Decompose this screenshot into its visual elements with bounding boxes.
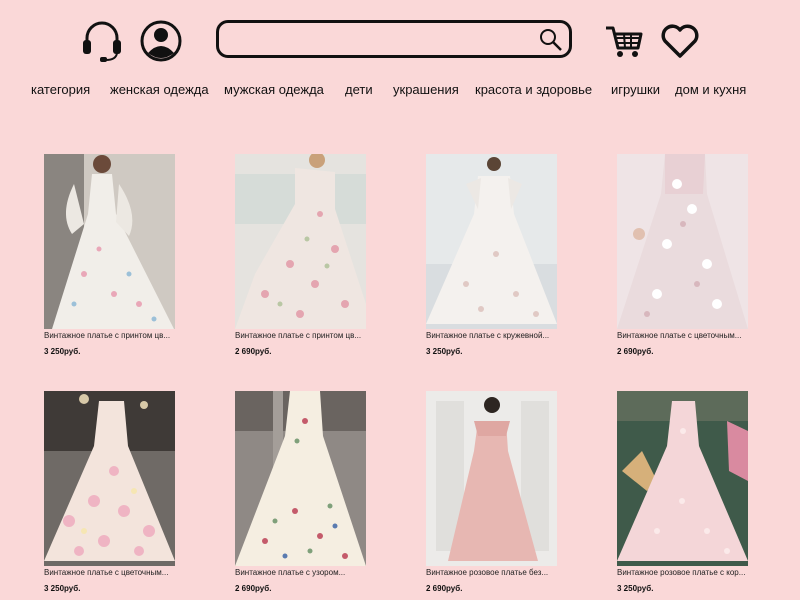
product-image[interactable] [617,391,748,566]
product-title[interactable]: Винтажное платье с принтом цв... [235,331,375,340]
product-price: 2 690руб. [235,584,272,593]
product-image[interactable] [44,391,175,566]
product-card[interactable]: Винтажное розовое платье с кор... 3 250р… [617,391,757,593]
product-title[interactable]: Винтажное платье с цветочным... [617,331,757,340]
product-card[interactable]: Винтажное платье с узором... 2 690руб. [235,391,375,593]
nav-item-men[interactable]: мужская одежда [224,82,324,97]
product-card[interactable]: Винтажное платье с цветочным... 2 690руб… [617,154,757,356]
header [0,0,800,70]
product-title[interactable]: Винтажное платье с кружевной... [426,331,566,340]
product-title[interactable]: Винтажное платье с цветочным... [44,568,184,577]
nav-item-jewelry[interactable]: украшения [393,82,459,97]
product-price: 3 250руб. [617,584,654,593]
product-title[interactable]: Винтажное платье с принтом цв... [44,331,184,340]
heart-icon[interactable] [660,22,700,60]
product-card[interactable]: Винтажное платье с принтом цв... 3 250ру… [44,154,184,356]
nav-item-category[interactable]: категория [31,82,90,97]
nav-item-kids[interactable]: дети [345,82,373,97]
product-image[interactable] [426,391,557,566]
product-price: 2 690руб. [426,584,463,593]
nav-item-home[interactable]: дом и кухня [675,82,746,97]
search-input[interactable] [231,28,545,52]
category-nav: категория женская одежда мужская одежда … [0,82,800,102]
product-price: 2 690руб. [617,347,654,356]
product-card[interactable]: Винтажное платье с цветочным... 3 250руб… [44,391,184,593]
product-image[interactable] [235,391,366,566]
product-image[interactable] [235,154,366,329]
search-icon[interactable] [539,28,563,52]
product-price: 2 690руб. [235,347,272,356]
headset-icon[interactable] [78,16,126,64]
product-title[interactable]: Винтажное платье с узором... [235,568,375,577]
nav-item-beauty[interactable]: красота и здоровье [475,82,592,97]
product-image[interactable] [617,154,748,329]
user-icon[interactable] [139,19,183,63]
product-title[interactable]: Винтажное розовое платье без... [426,568,566,577]
product-image[interactable] [44,154,175,329]
product-price: 3 250руб. [44,584,81,593]
product-card[interactable]: Винтажное платье с принтом цв... 2 690ру… [235,154,375,356]
nav-item-women[interactable]: женская одежда [110,82,209,97]
product-card[interactable]: Винтажное розовое платье без... 2 690руб… [426,391,566,593]
product-price: 3 250руб. [426,347,463,356]
search-bar [216,20,572,58]
cart-icon[interactable] [604,24,644,60]
product-title[interactable]: Винтажное розовое платье с кор... [617,568,757,577]
product-card[interactable]: Винтажное платье с кружевной... 3 250руб… [426,154,566,356]
product-price: 3 250руб. [44,347,81,356]
nav-item-toys[interactable]: игрушки [611,82,660,97]
product-image[interactable] [426,154,557,329]
